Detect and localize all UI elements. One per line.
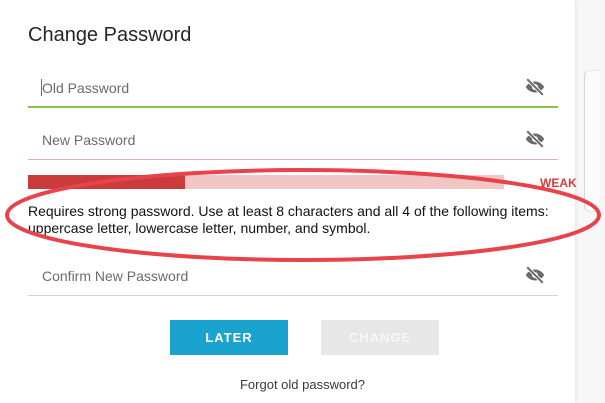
change-button[interactable]: CHANGE	[321, 320, 439, 355]
eye-off-icon[interactable]	[524, 76, 546, 98]
new-password-placeholder: New Password	[42, 132, 136, 148]
dialog-title: Change Password	[28, 24, 192, 46]
later-button[interactable]: LATER	[170, 320, 288, 355]
old-password-field[interactable]: Old Password	[28, 68, 558, 108]
eye-off-icon[interactable]	[524, 264, 546, 286]
forgot-password-link[interactable]: Forgot old password?	[0, 377, 605, 392]
password-strength-label: WEAK	[540, 176, 577, 190]
old-password-underline	[28, 106, 558, 108]
adjacent-panel-edge	[584, 70, 599, 212]
new-password-field[interactable]: New Password	[28, 120, 558, 160]
password-strength-meter	[28, 175, 504, 189]
password-strength-fill	[28, 175, 186, 189]
new-password-underline	[28, 159, 558, 160]
old-password-placeholder: Old Password	[42, 80, 130, 96]
confirm-password-field[interactable]: Confirm New Password	[28, 256, 558, 296]
eye-off-icon[interactable]	[524, 128, 546, 150]
confirm-password-placeholder: Confirm New Password	[42, 268, 189, 284]
confirm-password-underline	[28, 295, 558, 296]
password-requirements-hint: Requires strong password. Use at least 8…	[28, 203, 549, 236]
change-password-panel: Change Password Old Password New Passwor…	[0, 0, 577, 403]
